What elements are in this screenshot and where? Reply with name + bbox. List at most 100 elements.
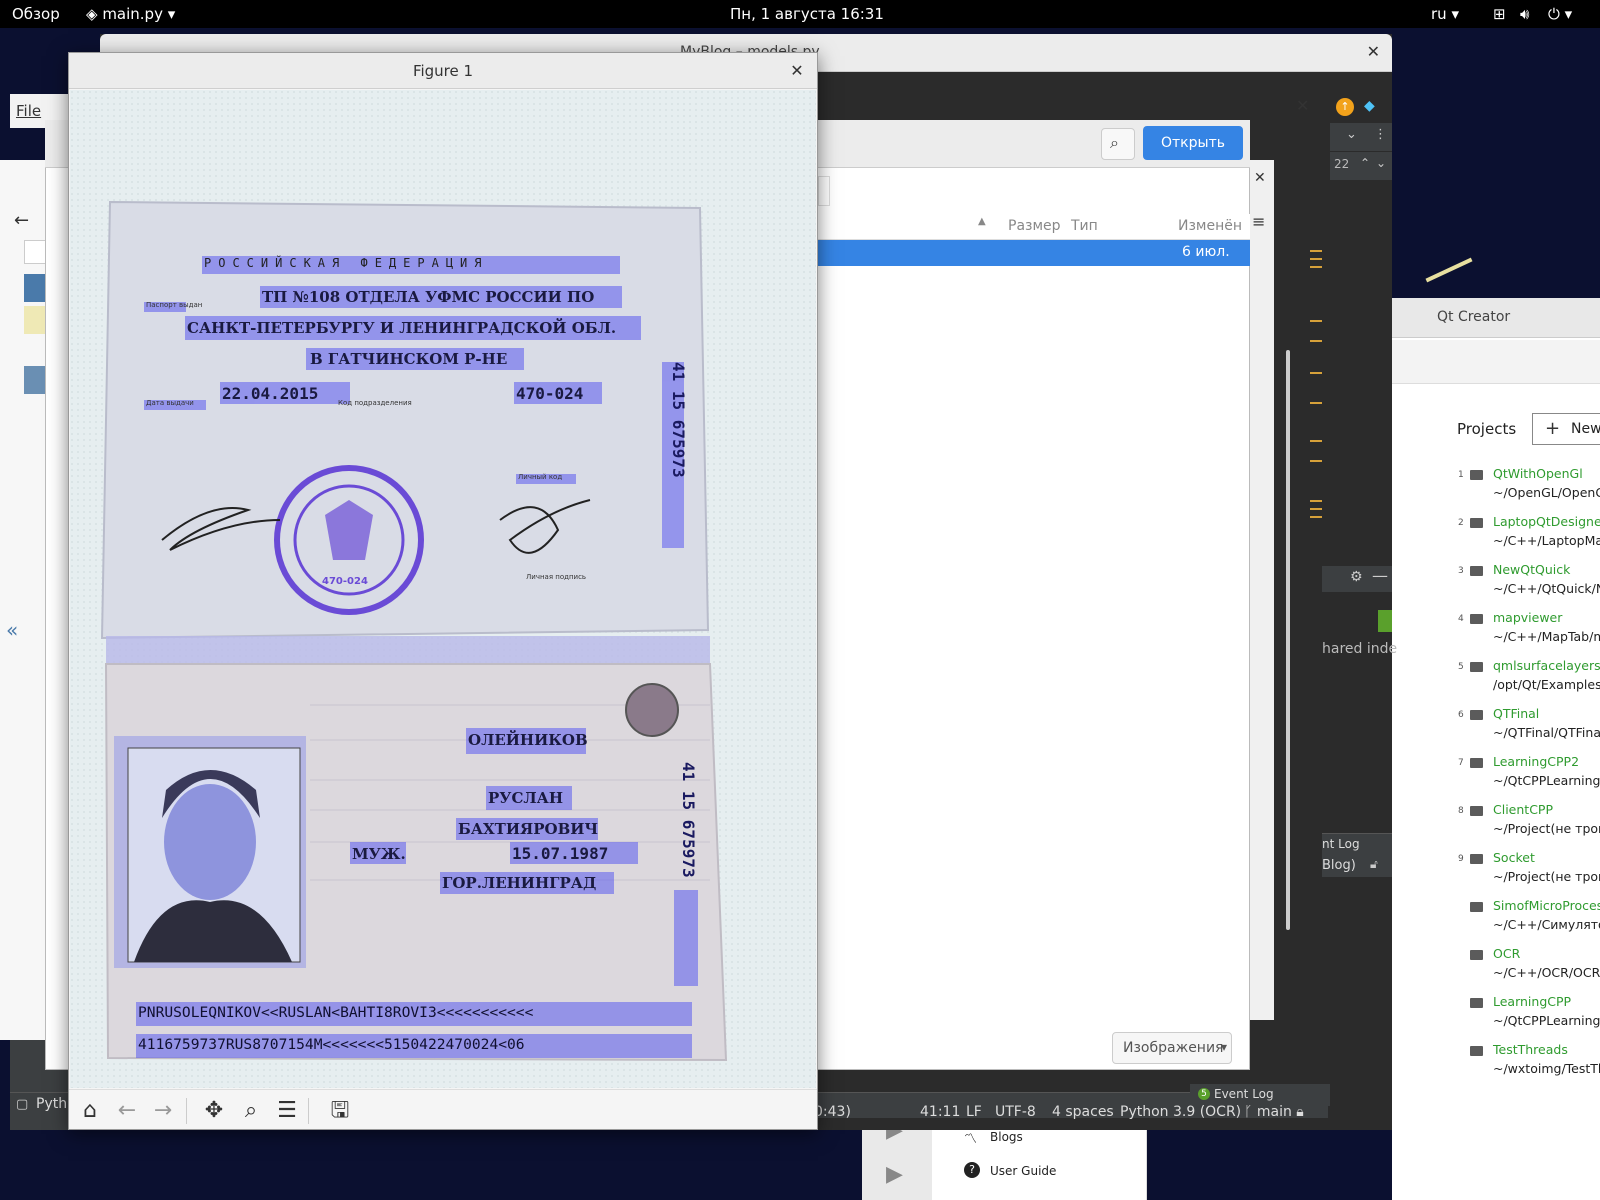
project-name[interactable]: QTFinal: [1493, 706, 1539, 721]
zoom-icon[interactable]: ⌕: [236, 1096, 266, 1126]
figure-canvas[interactable]: РОССИЙСКАЯ ФЕДЕРАЦИЯ ТП №108 ОТДЕЛА УФМС…: [70, 90, 816, 1088]
folder-icon: [1470, 566, 1483, 576]
column-type[interactable]: Тип: [1071, 218, 1098, 234]
home-icon[interactable]: ⌂: [75, 1096, 105, 1126]
update-icon[interactable]: ↑: [1336, 98, 1354, 116]
menu-icon[interactable]: ≡: [1252, 212, 1265, 231]
back-arrow-icon[interactable]: ←: [14, 210, 29, 231]
project-name[interactable]: ClientCPP: [1493, 802, 1553, 817]
volume-icon[interactable]: 🔊︎: [1520, 5, 1529, 23]
department-code: 470-024: [516, 384, 584, 403]
qt-creator-title: Qt Creator: [1437, 309, 1511, 325]
jetbrains-icon[interactable]: ◆: [1364, 98, 1375, 114]
event-count-badge: 5: [1198, 1088, 1210, 1100]
network-icon[interactable]: ⊞: [1493, 5, 1506, 23]
project-path: ~/C++/LaptopMap: [1493, 533, 1600, 548]
project-path: ~/QTFinal/QTFina: [1493, 725, 1600, 740]
close-icon[interactable]: ✕: [1254, 170, 1266, 186]
open-button[interactable]: Открыть: [1143, 126, 1243, 160]
close-icon[interactable]: ✕: [787, 53, 807, 89]
activities-button[interactable]: Обзор: [12, 5, 60, 23]
project-name[interactable]: qmlsurfacelayers: [1493, 658, 1600, 673]
git-branch[interactable]: ᚴ main 🔒︎: [1244, 1104, 1304, 1120]
minimize-icon[interactable]: —: [1372, 566, 1388, 585]
configure-icon[interactable]: ☰: [272, 1096, 302, 1126]
project-path: ~/Project(не трога: [1493, 821, 1600, 836]
project-name[interactable]: mapviewer: [1493, 610, 1562, 625]
new-project-button[interactable]: + New: [1532, 413, 1600, 445]
chevron-up-icon[interactable]: ⌃: [1360, 156, 1370, 170]
chevron-down-icon[interactable]: ⌄: [1346, 127, 1357, 142]
clock[interactable]: Пн, 1 августа 16:31: [730, 5, 884, 23]
event-log-tab[interactable]: nt Log: [1322, 833, 1392, 855]
plus-icon: +: [1545, 418, 1561, 439]
cursor-position[interactable]: 41:11: [920, 1104, 960, 1120]
pan-icon[interactable]: ✥: [199, 1096, 229, 1126]
column-modified[interactable]: Изменён: [1178, 218, 1242, 234]
serial-number-bottom: 41 15 675973: [679, 762, 698, 878]
project-name[interactable]: Socket: [1493, 850, 1535, 865]
lock-icon: 🔓︎: [1370, 857, 1378, 871]
forward-arrow-icon[interactable]: →: [148, 1096, 178, 1126]
project-path: /opt/Qt/Examples/: [1493, 677, 1600, 692]
branch-label: Blog): [1322, 858, 1356, 873]
scrollbar[interactable]: [1286, 350, 1290, 930]
debug-run-icon[interactable]: ▶: [886, 1162, 903, 1187]
project-name[interactable]: QtWithOpenGl: [1493, 466, 1583, 481]
python-interpreter[interactable]: Python 3.9 (OCR): [1120, 1104, 1241, 1120]
indent-setting[interactable]: 4 spaces: [1052, 1104, 1114, 1120]
user-guide-link[interactable]: User Guide: [990, 1164, 1056, 1178]
collapse-icon[interactable]: «: [6, 618, 18, 642]
search-button[interactable]: ⌕: [1101, 128, 1135, 160]
gutter-mark: [1310, 320, 1322, 322]
project-name[interactable]: LearningCPP2: [1493, 754, 1579, 769]
gear-icon[interactable]: ⚙: [1350, 569, 1363, 585]
sort-ascending-icon[interactable]: ▲: [978, 216, 986, 227]
file-row-selected[interactable]: 6 июл.: [818, 240, 1250, 266]
power-icon[interactable]: ⏻ ▾: [1548, 5, 1572, 23]
file-type-filter[interactable]: Изображения ▾: [1112, 1032, 1232, 1064]
gutter-mark: [1310, 460, 1322, 462]
project-name[interactable]: LearningCPP: [1493, 994, 1571, 1009]
label-department-code: Код подразделения: [338, 399, 412, 407]
gutter-mark: [1310, 516, 1322, 518]
folder-icon: [1470, 854, 1483, 864]
passport-header: РОССИЙСКАЯ ФЕДЕРАЦИЯ: [204, 256, 489, 270]
project-name[interactable]: LaptopQtDesigner: [1493, 514, 1600, 529]
folder-icon: [1470, 998, 1483, 1008]
project-name[interactable]: NewQtQuick: [1493, 562, 1570, 577]
line-separator[interactable]: LF: [966, 1104, 982, 1120]
file-menu[interactable]: File: [16, 102, 41, 120]
folder-icon: [1470, 662, 1483, 672]
new-project-label: New: [1571, 421, 1600, 437]
back-arrow-icon[interactable]: ←: [112, 1096, 142, 1126]
label-issue-date: Дата выдачи: [146, 399, 194, 407]
vcs-branch-strip: Blog) 🔓︎: [1322, 855, 1392, 877]
close-icon[interactable]: ✕: [1367, 42, 1380, 61]
patronymic: БАХТИЯРОВИЧ: [458, 820, 599, 838]
file-encoding[interactable]: UTF-8: [995, 1104, 1036, 1120]
layout-icon[interactable]: ▢: [16, 1097, 28, 1112]
language-selector[interactable]: ru ▾: [1431, 5, 1459, 23]
event-log-button[interactable]: 5 Event Log: [1190, 1084, 1330, 1106]
project-index: 3: [1458, 566, 1464, 576]
project-index: 7: [1458, 758, 1464, 768]
issue-date: 22.04.2015: [222, 384, 319, 403]
tool-window-header: ⚙ —: [1322, 566, 1392, 592]
more-options-icon[interactable]: ⋮: [1374, 127, 1387, 142]
label-issued-by: Паспорт выдан: [146, 301, 203, 309]
project-name[interactable]: OCR: [1493, 946, 1520, 961]
birth-place: ГОР.ЛЕНИНГРАД: [442, 874, 597, 892]
save-icon[interactable]: 🖫: [325, 1096, 355, 1126]
blogs-link[interactable]: Blogs: [990, 1130, 1023, 1144]
python-console-tab[interactable]: Pyth: [36, 1096, 67, 1112]
close-icon[interactable]: ✕: [1296, 96, 1309, 115]
serial-number-top: 41 15 675973: [669, 362, 688, 478]
chevron-down-icon[interactable]: ⌄: [1376, 156, 1386, 170]
label-signature: Личный код: [518, 473, 563, 481]
project-name[interactable]: SimofMicroProces: [1493, 898, 1600, 913]
project-name[interactable]: TestThreads: [1493, 1042, 1568, 1057]
event-log-tab-label: nt Log: [1322, 837, 1360, 851]
app-menu[interactable]: ◈ main.py ▾: [86, 5, 175, 23]
column-size[interactable]: Размер: [1008, 218, 1061, 234]
